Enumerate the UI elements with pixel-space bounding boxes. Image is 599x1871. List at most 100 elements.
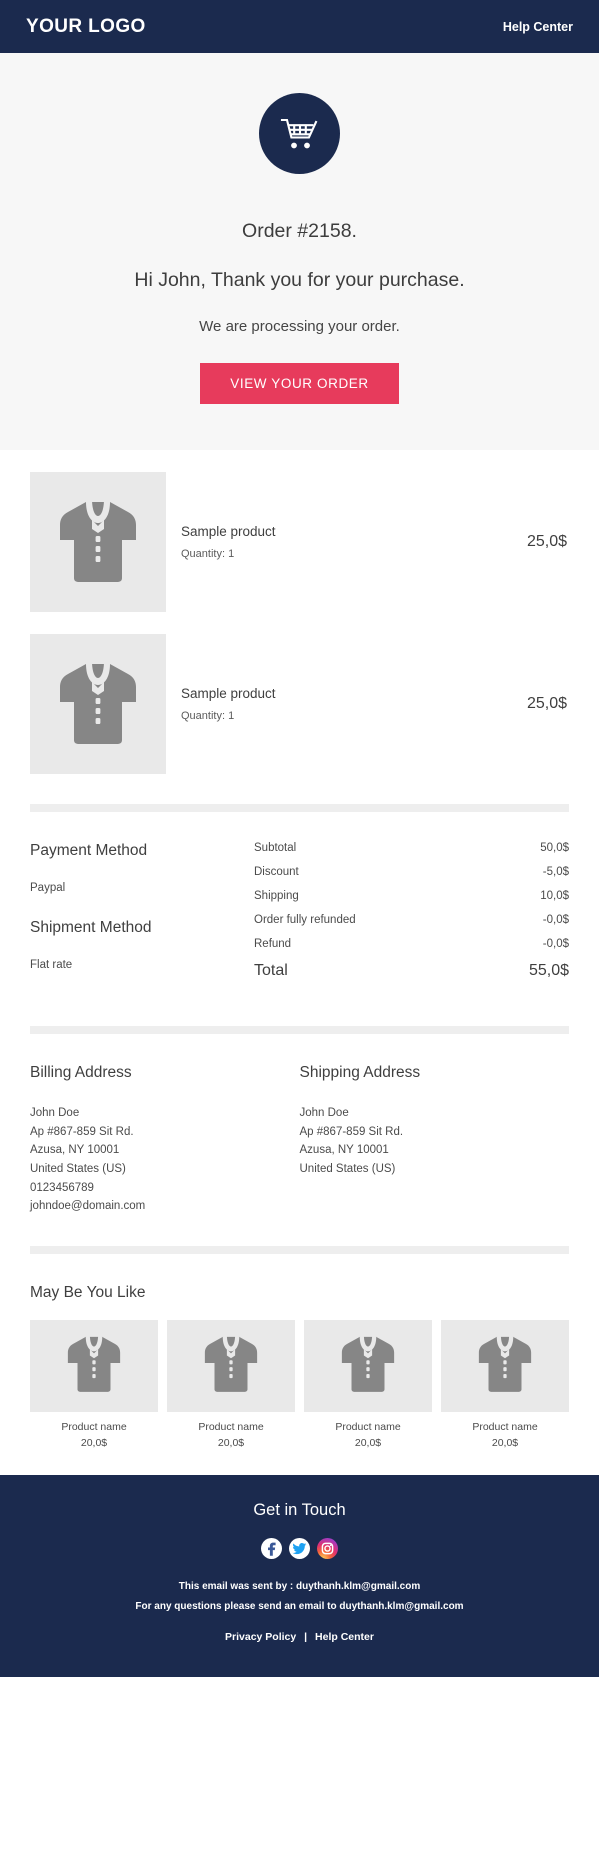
product-thumbnail — [30, 634, 166, 774]
order-number: Order #2158. — [30, 220, 569, 243]
polo-shirt-icon — [199, 1330, 263, 1401]
totals-row: Shipping 10,0$ — [254, 890, 569, 902]
section-divider — [30, 1246, 569, 1254]
footer-link-separator: | — [299, 1631, 312, 1643]
recommendation-thumbnail — [30, 1320, 158, 1412]
billing-address-block: Billing Address John Doe Ap #867-859 Sit… — [30, 1064, 300, 1216]
section-divider — [30, 804, 569, 812]
totals-value: -0,0$ — [543, 914, 569, 926]
order-item-row: Sample product Quantity: 1 25,0$ — [30, 450, 569, 612]
shopping-cart-icon — [280, 116, 320, 152]
product-quantity: Quantity: 1 — [181, 548, 527, 560]
total-label: Total — [254, 962, 288, 980]
shipping-address-block: Shipping Address John Doe Ap #867-859 Si… — [300, 1064, 570, 1216]
view-your-order-button[interactable]: VIEW YOUR ORDER — [200, 363, 399, 404]
recommendation-price: 20,0$ — [30, 1437, 158, 1449]
recommendation-name: Product name — [441, 1421, 569, 1433]
recommendation-card[interactable]: Product name 20,0$ — [441, 1320, 569, 1449]
footer-help-center-link[interactable]: Help Center — [315, 1631, 374, 1643]
polo-shirt-icon — [473, 1330, 537, 1401]
shipping-address-line: Ap #867-859 Sit Rd. — [300, 1123, 570, 1142]
polo-shirt-icon — [52, 492, 144, 593]
billing-address-line: John Doe — [30, 1104, 300, 1123]
recommendation-thumbnail — [441, 1320, 569, 1412]
footer-links: Privacy Policy | Help Center — [20, 1631, 579, 1643]
email-page: YOUR LOGO Help Center Order #2158. Hi Jo… — [0, 0, 599, 1871]
billing-address-line: United States (US) — [30, 1160, 300, 1179]
product-name: Sample product — [181, 686, 527, 701]
recommendation-thumbnail — [304, 1320, 432, 1412]
twitter-icon[interactable] — [289, 1538, 310, 1559]
footer-sent-by: This email was sent by : duythanh.klm@gm… — [20, 1581, 579, 1592]
shopping-cart-badge — [259, 93, 340, 174]
billing-address-email: johndoe@domain.com — [30, 1197, 300, 1216]
recommendations-title: May Be You Like — [30, 1254, 569, 1320]
order-totals-table: Subtotal 50,0$ Discount -5,0$ Shipping 1… — [252, 842, 569, 996]
social-links — [20, 1538, 579, 1559]
product-price: 25,0$ — [527, 695, 569, 713]
product-details: Sample product Quantity: 1 — [166, 524, 527, 560]
billing-address-phone: 0123456789 — [30, 1179, 300, 1198]
recommendation-name: Product name — [167, 1421, 295, 1433]
recommendation-thumbnail — [167, 1320, 295, 1412]
totals-label: Shipping — [254, 890, 299, 902]
page-footer: Get in Touch This email was sent by — [0, 1475, 599, 1677]
totals-value: 50,0$ — [540, 842, 569, 854]
recommendation-card[interactable]: Product name 20,0$ — [304, 1320, 432, 1449]
polo-shirt-icon — [62, 1330, 126, 1401]
totals-value: -0,0$ — [543, 938, 569, 950]
privacy-policy-link[interactable]: Privacy Policy — [225, 1631, 296, 1643]
recommendation-name: Product name — [304, 1421, 432, 1433]
product-name: Sample product — [181, 524, 527, 539]
recommendation-card[interactable]: Product name 20,0$ — [30, 1320, 158, 1449]
billing-address-title: Billing Address — [30, 1064, 300, 1082]
shipment-method-value: Flat rate — [30, 959, 252, 971]
recommendations-grid: Product name 20,0$ — [30, 1320, 569, 1475]
shipment-method-title: Shipment Method — [30, 919, 252, 937]
shipping-address-line: Azusa, NY 10001 — [300, 1141, 570, 1160]
totals-row: Order fully refunded -0,0$ — [254, 914, 569, 926]
billing-address-line: Azusa, NY 10001 — [30, 1141, 300, 1160]
hero-section: Order #2158. Hi John, Thank you for your… — [0, 53, 599, 450]
recommendation-card[interactable]: Product name 20,0$ — [167, 1320, 295, 1449]
email-body: Sample product Quantity: 1 25,0$ — [0, 450, 599, 1475]
totals-row: Subtotal 50,0$ — [254, 842, 569, 854]
brand-logo: YOUR LOGO — [26, 16, 146, 38]
facebook-icon[interactable] — [261, 1538, 282, 1559]
polo-shirt-icon — [336, 1330, 400, 1401]
product-quantity: Quantity: 1 — [181, 710, 527, 722]
payment-and-totals-section: Payment Method Paypal Shipment Method Fl… — [30, 812, 569, 996]
product-thumbnail — [30, 472, 166, 612]
total-value: 55,0$ — [529, 962, 569, 980]
totals-label: Subtotal — [254, 842, 296, 854]
instagram-icon[interactable] — [317, 1538, 338, 1559]
shipping-address-line: United States (US) — [300, 1160, 570, 1179]
polo-shirt-icon — [52, 654, 144, 755]
totals-label: Discount — [254, 866, 299, 878]
shipping-address-title: Shipping Address — [300, 1064, 570, 1082]
payment-methods-column: Payment Method Paypal Shipment Method Fl… — [30, 842, 252, 996]
billing-address-line: Ap #867-859 Sit Rd. — [30, 1123, 300, 1142]
shipping-address-line: John Doe — [300, 1104, 570, 1123]
recommendation-price: 20,0$ — [167, 1437, 295, 1449]
totals-value: 10,0$ — [540, 890, 569, 902]
totals-value: -5,0$ — [543, 866, 569, 878]
totals-label: Order fully refunded — [254, 914, 356, 926]
recommendation-price: 20,0$ — [441, 1437, 569, 1449]
totals-row: Refund -0,0$ — [254, 938, 569, 950]
totals-grand-row: Total 55,0$ — [254, 962, 569, 980]
addresses-section: Billing Address John Doe Ap #867-859 Sit… — [30, 1034, 569, 1216]
product-price: 25,0$ — [527, 533, 569, 551]
payment-method-title: Payment Method — [30, 842, 252, 860]
totals-row: Discount -5,0$ — [254, 866, 569, 878]
recommendation-price: 20,0$ — [304, 1437, 432, 1449]
header-help-center-link[interactable]: Help Center — [503, 20, 573, 34]
order-status-text: We are processing your order. — [30, 318, 569, 335]
footer-title: Get in Touch — [20, 1501, 579, 1520]
payment-method-value: Paypal — [30, 882, 252, 894]
totals-label: Refund — [254, 938, 291, 950]
greeting-text: Hi John, Thank you for your purchase. — [30, 269, 569, 292]
recommendation-name: Product name — [30, 1421, 158, 1433]
section-divider — [30, 1026, 569, 1034]
page-header: YOUR LOGO Help Center — [0, 0, 599, 53]
